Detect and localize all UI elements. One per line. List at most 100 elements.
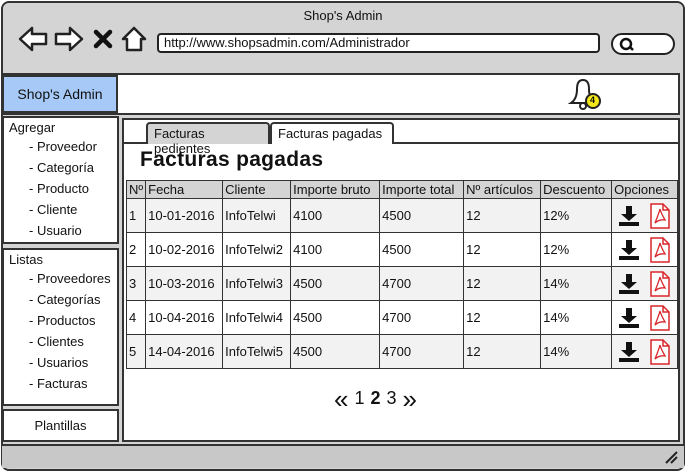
cell-cliente: InfoTelwi [222, 198, 292, 233]
download-icon[interactable] [618, 205, 640, 227]
url-text: http://www.shopsadmin.com/Administrador [164, 35, 410, 50]
tab-facturas-pendientes[interactable]: Facturas pedientes [146, 122, 270, 156]
pagination-next[interactable]: » [403, 386, 417, 412]
forward-button[interactable] [53, 25, 85, 53]
cell-cliente: InfoTelwi3 [222, 266, 292, 301]
tab-facturas-pagadas[interactable]: Facturas pagadas [270, 122, 394, 144]
sidebar-item-productos[interactable]: - Productos [4, 311, 117, 332]
cell-fecha: 10-04-2016 [145, 300, 224, 335]
sidebar-item-usuarios[interactable]: - Usuarios [4, 353, 117, 374]
cell-numero: 2 [125, 232, 147, 267]
cell-numero: 3 [125, 266, 147, 301]
sidebar-listas: Listas - Proveedores - Categorías - Prod… [2, 248, 119, 406]
brand-button[interactable]: Shop's Admin [2, 75, 118, 113]
download-icon[interactable] [618, 273, 640, 295]
col-header-fecha: Fecha [145, 180, 224, 199]
sidebar-item-plantillas[interactable]: Plantillas [2, 409, 119, 442]
bell-icon [567, 78, 601, 110]
page-link-1[interactable]: 1 [354, 388, 364, 409]
pdf-icon[interactable] [650, 202, 670, 229]
notifications-button[interactable]: 4 [566, 77, 606, 111]
table-row: 3 10-03-2016 InfoTelwi3 4500 4700 12 14% [125, 266, 678, 301]
forward-icon [54, 26, 84, 52]
cell-fecha: 10-02-2016 [145, 232, 224, 267]
table-row: 5 14-04-2016 InfoTelwi5 4500 4700 12 14% [125, 334, 678, 369]
back-icon [18, 26, 48, 52]
pdf-icon[interactable] [650, 304, 670, 331]
invoices-table: Nº Fecha Cliente Importe bruto Importe t… [125, 180, 678, 369]
resize-grip-icon[interactable] [664, 450, 678, 464]
cell-numero: 5 [125, 334, 147, 369]
table-row: 1 10-01-2016 InfoTelwi 4100 4500 12 12% [125, 198, 678, 233]
cell-articulos: 12 [463, 266, 542, 301]
cell-importe-bruto: 4500 [290, 300, 381, 335]
cell-articulos: 12 [463, 198, 542, 233]
page-link-3[interactable]: 3 [387, 388, 397, 409]
pdf-icon[interactable] [650, 236, 670, 263]
sidebar-item-proveedor[interactable]: - Proveedor [4, 137, 117, 158]
browser-search-field[interactable] [611, 33, 675, 55]
col-header-articulos: Nº artículos [463, 180, 542, 199]
cell-importe-bruto: 4500 [290, 334, 381, 369]
cell-fecha: 14-04-2016 [145, 334, 224, 369]
sidebar-section-title: Listas [9, 252, 43, 267]
url-bar[interactable]: http://www.shopsadmin.com/Administrador [157, 33, 600, 53]
pagination-prev[interactable]: « [334, 386, 348, 412]
page-link-current[interactable]: 2 [370, 388, 380, 409]
col-header-opciones: Opciones [611, 180, 678, 199]
sidebar-item-usuario[interactable]: - Usuario [4, 221, 117, 242]
stop-button[interactable] [91, 25, 115, 53]
sidebar-item-categoria[interactable]: - Categoría [4, 158, 117, 179]
cell-opciones [611, 266, 678, 301]
download-icon[interactable] [618, 307, 640, 329]
search-icon [619, 37, 634, 51]
download-icon[interactable] [618, 239, 640, 261]
sidebar-item-clientes[interactable]: - Clientes [4, 332, 117, 353]
col-header-numero: Nº [125, 180, 147, 199]
cell-descuento: 14% [540, 266, 613, 301]
pdf-icon[interactable] [650, 338, 670, 365]
cell-fecha: 10-03-2016 [145, 266, 224, 301]
cell-opciones [611, 300, 678, 335]
cell-numero: 4 [125, 300, 147, 335]
col-header-cliente: Cliente [222, 180, 292, 199]
download-icon[interactable] [618, 341, 640, 363]
cell-numero: 1 [125, 198, 147, 233]
sidebar-item-producto[interactable]: - Producto [4, 179, 117, 200]
table-header-row: Nº Fecha Cliente Importe bruto Importe t… [125, 180, 678, 199]
main-panel: Facturas pedientes Facturas pagadas Fact… [122, 118, 680, 442]
pdf-icon[interactable] [650, 270, 670, 297]
sidebar-agregar: Agregar - Proveedor - Categoría - Produc… [2, 116, 119, 244]
sidebar-item-categorias[interactable]: - Categorías [4, 290, 117, 311]
cell-opciones [611, 334, 678, 369]
tab-bar: Facturas pedientes Facturas pagadas [124, 120, 678, 156]
cell-opciones [611, 232, 678, 267]
page-title: Facturas pagadas [140, 148, 324, 171]
cell-articulos: 12 [463, 334, 542, 369]
col-header-importe-total: Importe total [379, 180, 465, 199]
table-row: 4 10-04-2016 InfoTelwi4 4500 4700 12 14% [125, 300, 678, 335]
cell-cliente: InfoTelwi4 [222, 300, 292, 335]
cell-cliente: InfoTelwi2 [222, 232, 292, 267]
cell-importe-bruto: 4100 [290, 232, 381, 267]
home-icon [121, 26, 147, 52]
cell-descuento: 12% [540, 198, 613, 233]
back-button[interactable] [17, 25, 49, 53]
sidebar-item-proveedores[interactable]: - Proveedores [4, 269, 117, 290]
cell-fecha: 10-01-2016 [145, 198, 224, 233]
close-icon [93, 29, 113, 49]
cell-importe-total: 4700 [379, 300, 465, 335]
sidebar-item-facturas[interactable]: - Facturas [4, 374, 117, 395]
cell-importe-total: 4700 [379, 266, 465, 301]
cell-opciones [611, 198, 678, 233]
sidebar-section-title: Agregar [9, 120, 56, 135]
sidebar-item-cliente[interactable]: - Cliente [4, 200, 117, 221]
cell-importe-total: 4700 [379, 334, 465, 369]
window-title: Shop's Admin [303, 8, 383, 23]
home-button[interactable] [119, 25, 149, 53]
pagination: « 1 2 3 » [334, 386, 417, 412]
cell-importe-total: 4500 [379, 232, 465, 267]
cell-descuento: 14% [540, 300, 613, 335]
cell-articulos: 12 [463, 300, 542, 335]
cell-cliente: InfoTelwi5 [222, 334, 292, 369]
